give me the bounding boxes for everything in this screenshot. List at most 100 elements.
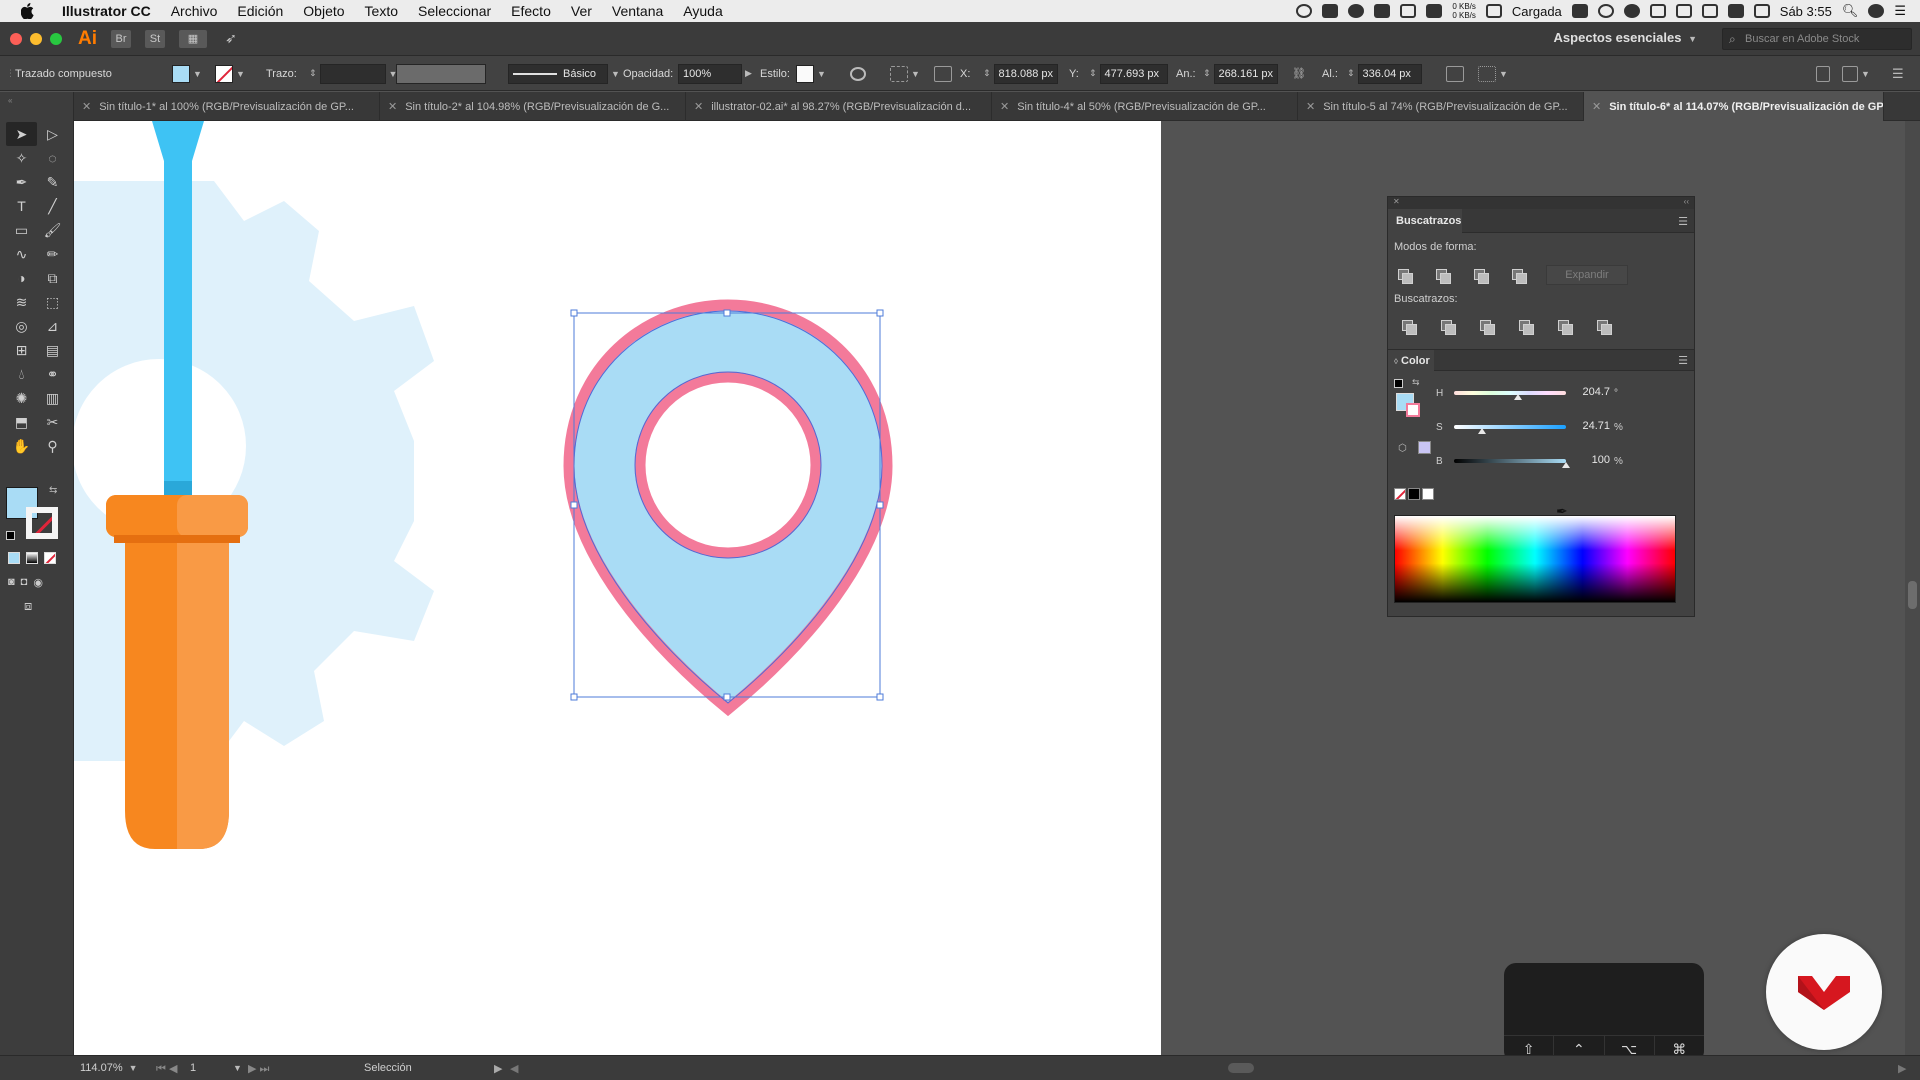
black-swatch[interactable]: [1408, 488, 1420, 500]
opacity-field[interactable]: 100%: [678, 63, 742, 84]
menu-seleccionar[interactable]: Seleccionar: [408, 0, 501, 22]
tab-pathfinder[interactable]: Buscatrazos: [1388, 209, 1462, 233]
pen-tool-icon[interactable]: ✒: [6, 170, 37, 194]
minimize-window-button[interactable]: [30, 32, 42, 45]
resize-handle[interactable]: [570, 309, 578, 317]
width-field[interactable]: 268.161 px: [1213, 63, 1278, 84]
magic-wand-tool-icon[interactable]: ✧: [6, 146, 37, 170]
hue-slider-thumb[interactable]: [1513, 394, 1522, 400]
menu-archivo[interactable]: Archivo: [161, 0, 228, 22]
status-menu-arrow-icon[interactable]: ▶: [494, 1062, 502, 1075]
out-of-gamut-icon[interactable]: ⬡: [1398, 443, 1407, 454]
close-panel-icon[interactable]: ✕: [1393, 197, 1400, 209]
record-icon[interactable]: [1296, 4, 1313, 18]
arrange-documents-button[interactable]: ▦: [179, 29, 207, 48]
menu-objeto[interactable]: Objeto: [293, 0, 354, 22]
draw-normal-icon[interactable]: ◙: [8, 576, 15, 589]
tab-sin-titulo-5[interactable]: ✕ Sin título-5 al 74% (RGB/Previsualizaci…: [1298, 92, 1584, 121]
resize-handle[interactable]: [876, 693, 884, 701]
menu-ayuda[interactable]: Ayuda: [673, 0, 732, 22]
exclude-button[interactable]: [1510, 267, 1528, 285]
screenshot-icon[interactable]: [1322, 4, 1339, 18]
resize-handle[interactable]: [570, 501, 578, 509]
height-stepper-icon[interactable]: ⇕: [1347, 68, 1355, 79]
notification-center-icon[interactable]: ☰: [1894, 3, 1906, 19]
constrain-proportions-icon[interactable]: ⛓: [1292, 67, 1306, 80]
menu-texto[interactable]: Texto: [355, 0, 408, 22]
upload-status[interactable]: Cargada: [1512, 4, 1562, 19]
stroke-stepper-icon[interactable]: ⇕: [309, 68, 317, 79]
airplay-icon[interactable]: [1701, 4, 1718, 18]
minus-front-button[interactable]: [1434, 267, 1452, 285]
stroke-weight-field[interactable]: [319, 63, 386, 84]
menu-efecto[interactable]: Efecto: [501, 0, 561, 22]
pencil-tool-icon[interactable]: ✏: [37, 242, 68, 266]
isolate-chevron-icon[interactable]: ▼: [1499, 69, 1508, 79]
tab-sin-titulo-2[interactable]: ✕ Sin título-2* al 104.98% (RGB/Previsual…: [380, 92, 686, 121]
align-to-icon[interactable]: [890, 65, 908, 82]
zoom-tool-icon[interactable]: ⚲: [37, 434, 68, 458]
screen-mode-icon[interactable]: ⧈: [24, 598, 32, 614]
resize-handle[interactable]: [876, 309, 884, 317]
stroke-chevron-icon[interactable]: ▼: [236, 69, 245, 79]
shape-builder-tool-icon[interactable]: ◎: [6, 314, 37, 338]
saturation-slider[interactable]: [1454, 425, 1566, 434]
rectangle-tool-icon[interactable]: ▭: [6, 218, 37, 242]
wifi-icon[interactable]: [1675, 4, 1692, 18]
zoom-level[interactable]: 114.07% ▼: [80, 1062, 141, 1074]
menu-app-name[interactable]: Illustrator CC: [52, 0, 161, 22]
reference-point-icon[interactable]: [934, 65, 952, 82]
panel-menu-icon[interactable]: ☰: [1678, 215, 1688, 228]
distribute-chevron-icon[interactable]: ▼: [1861, 69, 1870, 79]
y-stepper-icon[interactable]: ⇕: [1089, 68, 1097, 79]
align-chevron-icon[interactable]: ▼: [911, 69, 920, 79]
resize-handle[interactable]: [723, 309, 731, 317]
vertical-scrollbar[interactable]: [1905, 121, 1920, 1055]
eyedropper-tool-icon[interactable]: 💧︎: [6, 362, 37, 386]
transform-icon[interactable]: [1446, 65, 1464, 82]
gpu-performance-icon[interactable]: ➶: [221, 30, 241, 48]
bridge-button[interactable]: Br: [111, 29, 131, 48]
spotlight-icon[interactable]: 🔍︎: [1842, 3, 1859, 19]
distribute-icon[interactable]: [1842, 65, 1858, 82]
color-default-icon[interactable]: [1394, 379, 1403, 388]
brightness-slider[interactable]: [1454, 459, 1570, 468]
color-stroke-box[interactable]: [1406, 403, 1420, 417]
type-tool-icon[interactable]: T: [6, 194, 37, 218]
siri-icon[interactable]: [1868, 4, 1885, 18]
gradient-tool-icon[interactable]: ▤: [37, 338, 68, 362]
zoom-window-button[interactable]: [50, 32, 62, 45]
crop-button[interactable]: [1517, 318, 1535, 336]
next-artboard-icon[interactable]: ▶ ⏭: [248, 1062, 269, 1076]
clock[interactable]: Sáb 3:55: [1780, 4, 1832, 19]
dropbox-icon[interactable]: [1571, 4, 1588, 18]
graphic-style-swatch[interactable]: [796, 64, 814, 83]
scale-tool-icon[interactable]: ⧉: [37, 266, 68, 290]
intersect-button[interactable]: [1472, 267, 1490, 285]
minus-back-button[interactable]: [1595, 318, 1613, 336]
shaper-tool-icon[interactable]: ∿: [6, 242, 37, 266]
close-tab-icon[interactable]: ✕: [1592, 101, 1601, 113]
free-transform-tool-icon[interactable]: ⬚: [37, 290, 68, 314]
apple-icon[interactable]: [18, 1, 38, 21]
close-tab-icon[interactable]: ✕: [1000, 101, 1009, 113]
vpn-icon[interactable]: [1597, 4, 1614, 18]
memory-icon[interactable]: [1426, 4, 1443, 18]
tab-sin-titulo-1[interactable]: ✕ Sin título-1* al 100% (RGB/Previsualiza…: [74, 92, 380, 121]
bluetooth-icon[interactable]: [1649, 4, 1666, 18]
calendar-icon[interactable]: [1400, 4, 1417, 18]
stroke-swatch[interactable]: [215, 64, 233, 83]
height-field[interactable]: 336.04 px: [1357, 63, 1422, 84]
merge-button[interactable]: [1478, 318, 1496, 336]
color-swap-icon[interactable]: ⇆: [1412, 377, 1420, 388]
menu-ventana[interactable]: Ventana: [602, 0, 673, 22]
swap-fill-stroke-icon[interactable]: ⇆: [49, 485, 57, 496]
isolate-icon[interactable]: [1478, 65, 1496, 82]
saturation-slider-thumb[interactable]: [1477, 428, 1486, 434]
opacity-label[interactable]: Opacidad:: [623, 56, 673, 91]
control-bar-menu-icon[interactable]: ☰: [1892, 66, 1904, 82]
resize-handle[interactable]: [570, 693, 578, 701]
expand-button[interactable]: Expandir: [1546, 265, 1628, 285]
location-pin[interactable]: [563, 299, 893, 717]
selection-tool-icon[interactable]: ➤: [6, 122, 37, 146]
